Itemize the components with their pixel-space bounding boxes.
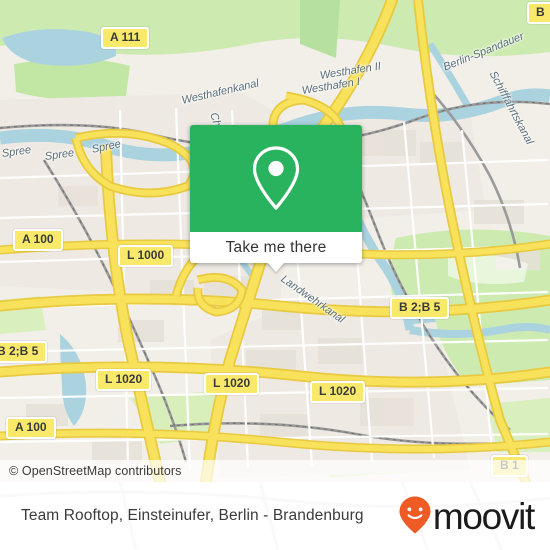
- location-popup-card[interactable]: Take me there: [190, 125, 362, 272]
- popup-card-footer[interactable]: Take me there: [190, 232, 362, 272]
- road-shield: B 2;B 5: [390, 297, 450, 319]
- road-shield: L 1020: [310, 381, 366, 403]
- moovit-brand[interactable]: moovit: [398, 495, 550, 537]
- footer-bar: Team Rooftop, Einsteinufer, Berlin - Bra…: [0, 482, 550, 550]
- take-me-there-button[interactable]: Take me there: [226, 239, 327, 257]
- attribution-text: © OpenStreetMap contributors: [9, 464, 182, 478]
- map-attribution-bar: © OpenStreetMap contributors: [0, 460, 550, 482]
- road-shield: A 100: [6, 417, 56, 439]
- road-shield: B 2;B 5: [0, 341, 48, 363]
- place-title: Team Rooftop, Einsteinufer, Berlin - Bra…: [21, 507, 364, 524]
- map-pin-icon: [252, 145, 300, 210]
- popup-card-header: [190, 125, 362, 232]
- moovit-wordmark: moovit: [432, 495, 535, 537]
- popup-pointer-tail: [267, 262, 285, 272]
- road-shield: L 1020: [204, 373, 260, 395]
- screenshot-root: Spree Spree Spree Westhafenkanal Westhafen I…: [0, 0, 550, 550]
- road-shield: B: [527, 2, 550, 24]
- road-shield: L 1000: [118, 245, 174, 267]
- road-shield: A 100: [13, 229, 63, 251]
- moovit-smiley-pin-icon: [399, 496, 431, 534]
- road-shield: L 1020: [96, 369, 152, 391]
- road-shield: A 111: [101, 27, 150, 49]
